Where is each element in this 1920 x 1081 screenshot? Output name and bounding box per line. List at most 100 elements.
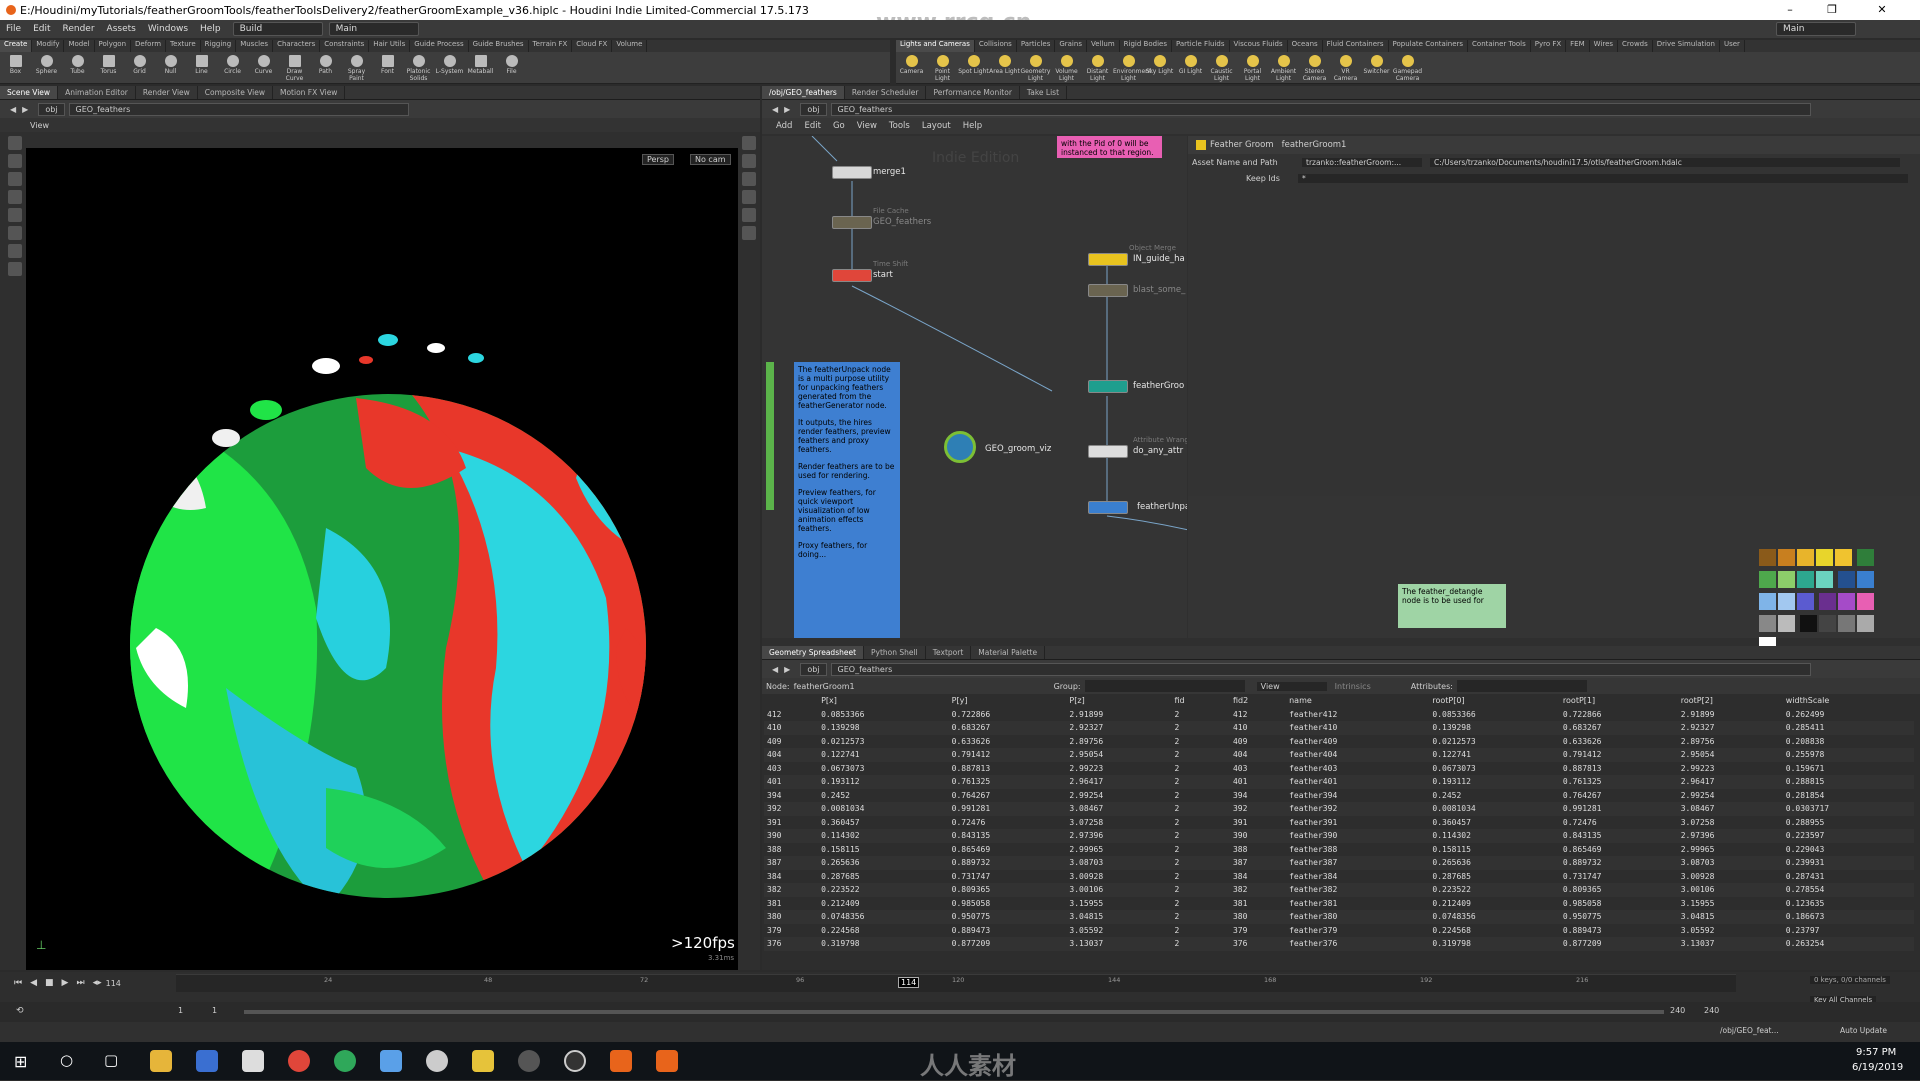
menu-render[interactable]: Render [57, 24, 101, 34]
column-header[interactable]: fid [1171, 694, 1214, 708]
shelf-tool[interactable]: VR Camera [1330, 54, 1361, 82]
network-menu-view[interactable]: View [857, 121, 877, 131]
swatch[interactable] [1778, 593, 1795, 610]
store-icon[interactable] [196, 1050, 218, 1072]
asset-path-field[interactable]: C:/Users/trzanko/Documents/houdini17.5/o… [1430, 157, 1900, 167]
desktop-label[interactable]: Main [1776, 22, 1856, 36]
node-file-cache[interactable]: File Cache GEO_feathers [832, 207, 931, 229]
clock-date[interactable]: 6/19/2019 [1852, 1062, 1903, 1073]
shelf-tab[interactable]: Create [0, 40, 33, 52]
handle-tool-icon[interactable] [8, 208, 22, 222]
current-frame-field[interactable]: 114 [106, 979, 130, 988]
shelf-tool[interactable]: Spot Light [958, 54, 989, 82]
node-merge1[interactable]: merge1 [832, 166, 906, 179]
network-back-icon[interactable]: ◀ [772, 105, 778, 114]
3d-viewport[interactable]: Persp No cam >120fps 3.31ms ⊥ [26, 148, 738, 970]
column-header[interactable]: P[y] [949, 694, 1067, 708]
shelf-tool[interactable]: Platonic Solids [403, 54, 434, 82]
shelf-tab[interactable]: Vellum [1087, 40, 1120, 52]
column-header[interactable]: P[z] [1066, 694, 1171, 708]
swatch[interactable] [1856, 593, 1874, 610]
shelf-tab[interactable]: Drive Simulation [1653, 40, 1720, 52]
swatch[interactable] [1837, 615, 1855, 632]
swatch[interactable] [1816, 549, 1833, 566]
shelf-tab[interactable]: Oceans [1288, 40, 1323, 52]
sticky-note-blue[interactable]: The featherUnpack node is a multi purpos… [794, 362, 900, 638]
table-row[interactable]: 401 0.193112 0.761325 2.96417 2 401 feather401… [764, 775, 1914, 789]
grid-icon[interactable] [742, 208, 756, 222]
shelf-tab[interactable]: Wires [1590, 40, 1619, 52]
param-node-name[interactable]: featherGroom1 [1282, 140, 1347, 150]
swatch[interactable] [1797, 549, 1814, 566]
range-end2-field[interactable]: 240 [1704, 1006, 1719, 1015]
asset-name-field[interactable]: trzanko::featherGroom:... [1302, 157, 1422, 167]
swatch[interactable] [1816, 571, 1833, 588]
network-path-obj[interactable]: obj [800, 102, 827, 116]
sheet-path-geo[interactable]: GEO_feathers [830, 662, 1811, 676]
tab-python-shell[interactable]: Python Shell [864, 646, 926, 659]
swatch[interactable] [1856, 549, 1874, 566]
houdini-2-icon[interactable] [656, 1050, 678, 1072]
reverse-play-icon[interactable]: ◀ [30, 978, 37, 988]
shelf-tool[interactable]: Path [310, 54, 341, 82]
table-row[interactable]: 410 0.139298 0.683267 2.92327 2 410 feather410… [764, 721, 1914, 735]
table-row[interactable]: 391 0.360457 0.72476 3.07258 2 391 feather391 0… [764, 816, 1914, 830]
file-explorer-icon[interactable] [150, 1050, 172, 1072]
shelf-tool[interactable]: Stereo Camera [1299, 54, 1330, 82]
shaded-icon[interactable] [742, 172, 756, 186]
shelf-tool[interactable]: Ambient Light [1268, 54, 1299, 82]
obs-icon[interactable] [564, 1050, 586, 1072]
column-header[interactable]: fid2 [1230, 694, 1286, 708]
shelf-tab[interactable]: Rigging [201, 40, 237, 52]
network-menu-add[interactable]: Add [776, 121, 792, 131]
frame-step-icon[interactable]: ◂▸ [93, 978, 102, 988]
table-row[interactable]: 390 0.114302 0.843135 2.97396 2 390 feather390… [764, 829, 1914, 843]
main-desktop-select[interactable]: Main [328, 22, 419, 36]
shelf-tool[interactable]: Null [155, 54, 186, 82]
shelf-tab[interactable]: Cloud FX [572, 40, 613, 52]
menu-file[interactable]: File [0, 24, 27, 34]
swatch[interactable] [1778, 571, 1795, 588]
shelf-tool[interactable]: Switcher [1361, 54, 1392, 82]
shelf-tool[interactable]: Volume Light [1051, 54, 1082, 82]
swatch[interactable] [1759, 593, 1776, 610]
shelf-tab[interactable]: Grains [1055, 40, 1087, 52]
range-end-field[interactable]: 240 [1670, 1006, 1685, 1015]
tab-textport[interactable]: Textport [926, 646, 972, 659]
browser-icon[interactable] [334, 1050, 356, 1072]
swatch[interactable] [1799, 615, 1817, 632]
sheet-path-obj[interactable]: obj [800, 662, 827, 676]
node-groom-viz[interactable]: GEO_groom_viz [944, 431, 1051, 463]
shelf-tool[interactable]: L-System [434, 54, 465, 82]
network-menu-layout[interactable]: Layout [922, 121, 951, 131]
table-row[interactable]: 409 0.0212573 0.633626 2.89756 2 409 feather40… [764, 735, 1914, 749]
shelf-tool[interactable]: Geometry Light [1020, 54, 1051, 82]
shelf-tool[interactable]: Distant Light [1082, 54, 1113, 82]
range-start2-field[interactable]: 1 [212, 1006, 217, 1015]
column-header[interactable]: rootP[2] [1678, 694, 1783, 708]
node-in-guide[interactable]: Object Merge IN_guide_ha [1088, 244, 1185, 266]
sheet-back-icon[interactable]: ◀ [772, 665, 778, 674]
network-menu-go[interactable]: Go [833, 121, 845, 131]
shelf-tab[interactable]: Container Tools [1468, 40, 1531, 52]
swatch[interactable] [1837, 571, 1855, 588]
realtime-toggle-icon[interactable]: ⟲ [16, 1006, 24, 1016]
column-header[interactable]: name [1286, 694, 1429, 708]
media-icon[interactable] [472, 1050, 494, 1072]
tab-take-list[interactable]: Take List [1020, 86, 1068, 99]
shelf-tool[interactable]: Environment Light [1113, 54, 1151, 82]
node-blast[interactable]: blast_some_ [1088, 284, 1185, 297]
intrinsics-toggle[interactable]: Intrinsics [1335, 682, 1371, 691]
shelf-tab[interactable]: Terrain FX [529, 40, 573, 52]
swatch[interactable] [1818, 593, 1836, 610]
tab-render-scheduler[interactable]: Render Scheduler [845, 86, 927, 99]
range-slider[interactable] [244, 1010, 1664, 1014]
frame-ruler[interactable]: 24 48 72 96 120 144 168 192 216 114 [176, 974, 1736, 992]
network-path-geo[interactable]: GEO_feathers [830, 102, 1811, 116]
sticky-note-pink[interactable]: with the Pid of 0 will be instanced to t… [1057, 136, 1162, 158]
first-frame-icon[interactable]: ⏮ [14, 978, 22, 988]
tab-scene-view[interactable]: Scene View [0, 86, 59, 99]
play-icon[interactable]: ▶ [62, 978, 69, 988]
tab-composite-view[interactable]: Composite View [198, 86, 273, 99]
mail-icon[interactable] [242, 1050, 264, 1072]
